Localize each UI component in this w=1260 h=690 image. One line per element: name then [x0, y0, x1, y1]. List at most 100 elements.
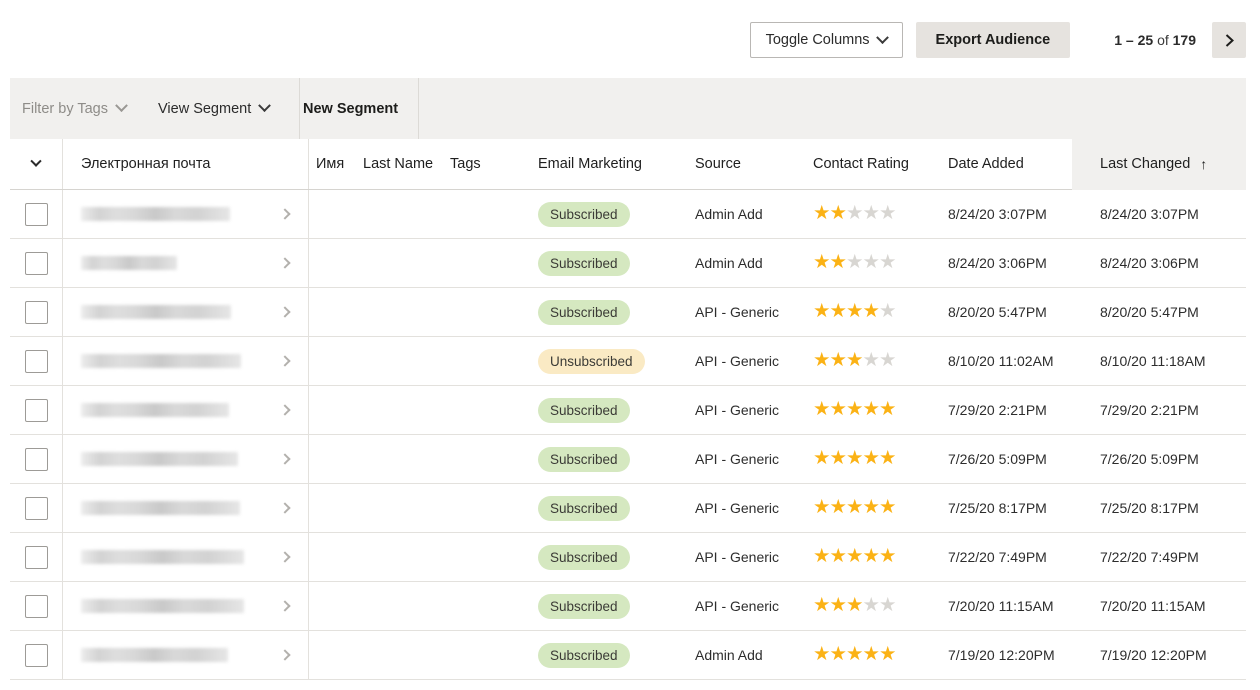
- toggle-columns-button[interactable]: Toggle Columns: [749, 22, 903, 58]
- contact-rating-cell[interactable]: ★ ★ ★ ★ ★: [813, 239, 946, 287]
- row-select-checkbox[interactable]: [24, 594, 48, 618]
- contact-rating-cell[interactable]: ★ ★ ★ ★ ★: [813, 386, 946, 434]
- star-rating[interactable]: ★ ★ ★ ★ ★: [813, 400, 896, 420]
- email-cell[interactable]: [63, 435, 308, 483]
- date-added-cell: 7/25/20 8:17PM: [948, 484, 1070, 532]
- row-select-checkbox[interactable]: [24, 545, 48, 569]
- chevron-right-icon[interactable]: [279, 355, 291, 367]
- contact-rating-cell[interactable]: ★ ★ ★ ★ ★: [813, 435, 946, 483]
- star-rating[interactable]: ★ ★ ★ ★ ★: [813, 204, 896, 224]
- table-row[interactable]: Subscribed Admin Add ★ ★ ★ ★ ★ 7/19/20 12:20…: [10, 631, 1246, 680]
- row-select-checkbox-cell[interactable]: [10, 484, 62, 532]
- star-rating[interactable]: ★ ★ ★ ★ ★: [813, 545, 896, 568]
- email-cell[interactable]: [63, 239, 308, 287]
- email-cell[interactable]: [63, 337, 308, 385]
- row-select-checkbox[interactable]: [24, 643, 48, 667]
- new-segment-tab[interactable]: New Segment: [303, 78, 398, 139]
- chevron-right-icon[interactable]: [279, 551, 291, 563]
- row-select-checkbox-cell[interactable]: [10, 435, 62, 483]
- row-select-checkbox[interactable]: [24, 496, 48, 520]
- chevron-right-icon[interactable]: [279, 649, 291, 661]
- row-select-checkbox-cell[interactable]: [10, 337, 62, 385]
- column-header-email[interactable]: Электронная почта: [63, 139, 308, 189]
- contact-rating-cell[interactable]: ★ ★ ★ ★ ★: [813, 533, 946, 581]
- table-row[interactable]: Subscribed Admin Add ★ ★ ★ ★ ★ 8/24/20 3:07P…: [10, 190, 1246, 239]
- table-row[interactable]: Subscribed API - Generic ★ ★ ★ ★ ★ 7/25/20 8…: [10, 484, 1246, 533]
- next-page-button[interactable]: [1212, 22, 1246, 58]
- star-icon: ★: [829, 251, 847, 274]
- star-rating[interactable]: ★ ★ ★ ★ ★: [813, 351, 896, 371]
- star-rating[interactable]: ★ ★ ★ ★ ★: [813, 447, 897, 470]
- column-header-first-name[interactable]: Имя: [316, 139, 361, 189]
- table-row[interactable]: Subscribed API - Generic ★ ★ ★ ★ ★ 8/20/20 5…: [10, 288, 1246, 337]
- row-select-checkbox-cell[interactable]: [10, 386, 62, 434]
- contact-rating-cell[interactable]: ★ ★ ★ ★ ★: [813, 190, 946, 238]
- email-cell[interactable]: [63, 582, 308, 630]
- star-rating[interactable]: ★ ★ ★ ★ ★: [813, 596, 896, 616]
- chevron-right-icon[interactable]: [279, 404, 291, 416]
- chevron-right-icon[interactable]: [279, 257, 291, 269]
- status-badge: Unsubscribed: [538, 348, 645, 374]
- column-header-last-name[interactable]: Last Name: [363, 139, 448, 189]
- contact-rating-cell[interactable]: ★ ★ ★ ★ ★: [813, 288, 946, 336]
- contact-rating-cell[interactable]: ★ ★ ★ ★ ★: [813, 484, 946, 532]
- star-rating[interactable]: ★ ★ ★ ★ ★: [813, 251, 896, 274]
- column-header-email-marketing[interactable]: Email Marketing: [538, 139, 693, 189]
- row-select-checkbox[interactable]: [24, 300, 48, 324]
- date-added-cell: 8/10/20 11:02AM: [948, 337, 1070, 385]
- star-rating[interactable]: ★ ★ ★ ★ ★: [813, 498, 896, 518]
- table-row[interactable]: Subscribed API - Generic ★ ★ ★ ★ ★ 7/22/20 7…: [10, 533, 1246, 582]
- filter-by-tags-dropdown[interactable]: Filter by Tags: [22, 78, 128, 139]
- first-name-cell: [316, 631, 361, 679]
- tags-cell: [450, 582, 535, 630]
- view-segment-dropdown[interactable]: View Segment: [158, 78, 272, 139]
- table-row[interactable]: Subscribed API - Generic ★ ★ ★ ★ ★ 7/29/20 2…: [10, 386, 1246, 435]
- chevron-right-icon[interactable]: [279, 502, 291, 514]
- contact-rating-cell[interactable]: ★ ★ ★ ★ ★: [813, 582, 946, 630]
- star-icon: ★: [862, 545, 880, 568]
- contact-rating-cell[interactable]: ★ ★ ★ ★ ★: [813, 337, 946, 385]
- row-select-checkbox[interactable]: [24, 398, 48, 422]
- row-select-checkbox-cell[interactable]: [10, 631, 62, 679]
- row-select-checkbox-cell[interactable]: [10, 239, 62, 287]
- row-select-checkbox-cell[interactable]: [10, 288, 62, 336]
- table-row[interactable]: Subscribed API - Generic ★ ★ ★ ★ ★ 7/20/20 1…: [10, 582, 1246, 631]
- row-select-checkbox-cell[interactable]: [10, 190, 62, 238]
- column-header-contact-rating[interactable]: Contact Rating: [813, 139, 946, 189]
- column-header-date-added[interactable]: Date Added: [948, 139, 1070, 189]
- chevron-right-icon[interactable]: [279, 208, 291, 220]
- last-changed-value: 8/20/20 5:47PM: [1100, 304, 1199, 320]
- star-rating[interactable]: ★ ★ ★ ★ ★: [813, 645, 896, 665]
- email-cell[interactable]: [63, 533, 308, 581]
- email-cell[interactable]: [63, 631, 308, 679]
- star-icon: ★: [845, 251, 864, 274]
- column-header-tags[interactable]: Tags: [450, 139, 535, 189]
- column-header-source[interactable]: Source: [695, 139, 813, 189]
- contact-rating-cell[interactable]: ★ ★ ★ ★ ★: [813, 631, 946, 679]
- email-cell[interactable]: [63, 190, 308, 238]
- row-select-checkbox[interactable]: [24, 447, 48, 471]
- row-select-checkbox[interactable]: [24, 251, 48, 275]
- star-rating[interactable]: ★ ★ ★ ★ ★: [813, 302, 896, 322]
- chevron-right-icon[interactable]: [279, 453, 291, 465]
- email-cell[interactable]: [63, 484, 308, 532]
- email-cell[interactable]: [63, 386, 308, 434]
- select-all-dropdown[interactable]: [10, 139, 62, 189]
- tags-cell: [450, 435, 535, 483]
- last-changed-value: 7/25/20 8:17PM: [1100, 500, 1199, 516]
- export-audience-button[interactable]: Export Audience: [915, 22, 1071, 58]
- divider: [308, 139, 309, 189]
- row-select-checkbox[interactable]: [24, 202, 48, 226]
- row-select-checkbox[interactable]: [24, 349, 48, 373]
- chevron-right-icon[interactable]: [279, 306, 291, 318]
- status-badge: Subscribed: [538, 201, 630, 227]
- table-row[interactable]: Subscribed API - Generic ★ ★ ★ ★ ★ 7/26/20 5…: [10, 435, 1246, 484]
- chevron-right-icon[interactable]: [279, 600, 291, 612]
- column-header-last-changed[interactable]: Last Changed ↑: [1082, 139, 1246, 189]
- star-icon: ★: [878, 447, 897, 470]
- row-select-checkbox-cell[interactable]: [10, 533, 62, 581]
- email-cell[interactable]: [63, 288, 308, 336]
- row-select-checkbox-cell[interactable]: [10, 582, 62, 630]
- table-row[interactable]: Subscribed Admin Add ★ ★ ★ ★ ★ 8/24/20 3:06P…: [10, 239, 1246, 288]
- table-row[interactable]: Unsubscribed API - Generic ★ ★ ★ ★ ★ 8/10/20…: [10, 337, 1246, 386]
